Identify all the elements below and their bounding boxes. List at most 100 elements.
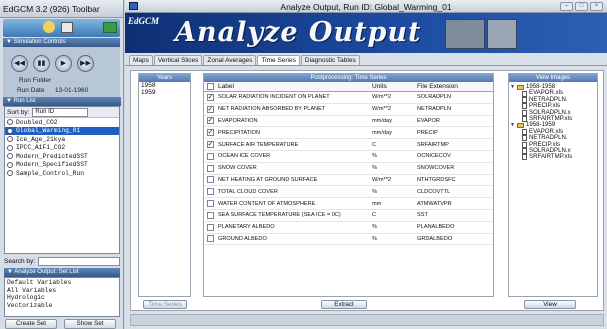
disclosure-triangle-icon[interactable]: ▼ xyxy=(510,84,515,90)
set-list-item[interactable]: Default Variables xyxy=(7,279,117,287)
row-checkbox[interactable] xyxy=(204,164,216,172)
checkbox-icon[interactable] xyxy=(206,200,214,208)
run-list-item[interactable]: Ice_Age_21kya xyxy=(5,135,119,144)
tab-zonal-averages[interactable]: Zonal Averages xyxy=(203,55,257,65)
year-item[interactable]: 1958 xyxy=(139,82,190,89)
file-tree: ▼ 1958-1958 EVAPOR.xls NETRADPLN. PRECIP.xls… xyxy=(509,82,597,163)
radio-icon[interactable] xyxy=(7,144,13,151)
tab-time-series[interactable]: Time Series xyxy=(257,55,300,65)
close-icon[interactable]: × xyxy=(590,2,603,11)
checkmark-icon[interactable]: ✓ xyxy=(206,141,214,149)
checkmark-icon[interactable]: ✓ xyxy=(206,117,214,125)
tree-file[interactable]: SRFAIRTMP.xls xyxy=(510,153,596,161)
row-label: OCEAN ICE COVER xyxy=(218,153,271,160)
radio-icon[interactable] xyxy=(7,153,13,160)
run-list-item[interactable]: Modern_PredictedSST xyxy=(5,152,119,161)
table-row[interactable]: ✓ EVAPORATION mm/day EVAPOR xyxy=(204,116,493,128)
row-checkbox[interactable]: ✓ xyxy=(204,93,216,101)
disclosure-triangle-icon[interactable]: ▼ xyxy=(510,122,515,128)
banner: EdGCM Analyze Output xyxy=(125,13,607,53)
radio-icon[interactable] xyxy=(7,170,13,177)
col-units-header[interactable]: Units xyxy=(370,83,415,90)
set-list-item[interactable]: All Variables xyxy=(7,287,117,295)
table-row[interactable]: ✓ PRECIPITATION mm/day PRECIP xyxy=(204,127,493,140)
checkbox-icon[interactable] xyxy=(206,176,214,184)
table-row[interactable]: TOTAL CLOUD COVER% CLDCOVTTL xyxy=(204,186,493,199)
checkmark-icon[interactable]: ✓ xyxy=(206,105,214,113)
tab-maps[interactable]: Maps xyxy=(129,55,153,65)
sort-by-select[interactable]: Run ID xyxy=(32,107,89,117)
table-row[interactable]: PLANETARY ALBEDO% PLANALBEDO xyxy=(204,222,493,234)
radio-icon[interactable] xyxy=(7,127,13,134)
fast-forward-icon[interactable]: ▶▶ xyxy=(77,55,94,72)
radio-icon[interactable] xyxy=(7,119,13,126)
simulation-controls-header[interactable]: ▼ Simulation Controls xyxy=(3,38,120,47)
checkbox-icon[interactable] xyxy=(206,164,214,172)
set-list-item[interactable]: Hydrologic xyxy=(7,294,117,302)
set-list-item[interactable]: Vectorizable xyxy=(7,302,117,310)
view-button[interactable]: View xyxy=(524,300,576,309)
time-series-button[interactable]: Time Series xyxy=(143,300,187,309)
select-all-checkbox[interactable] xyxy=(204,83,216,90)
row-checkbox[interactable] xyxy=(204,200,216,208)
row-units: mm xyxy=(372,200,382,207)
radio-icon[interactable] xyxy=(7,136,13,143)
show-set-button[interactable]: Show Set xyxy=(64,319,116,329)
row-checkbox[interactable] xyxy=(204,176,216,184)
table-row[interactable]: WATER CONTENT OF ATMOSPHERE mm ATMWATVPR xyxy=(204,198,493,210)
row-label: TOTAL CLOUD COVER xyxy=(218,188,278,195)
checkbox-icon[interactable] xyxy=(206,152,214,160)
checkmark-icon[interactable]: ✓ xyxy=(206,93,214,101)
table-row[interactable]: NET HEATING AT GROUND SURFACE W/m**2 NTHTG… xyxy=(204,175,493,187)
table-row[interactable]: ✓ SOLAR RADIATION INCIDENT ON PLANET W/m**… xyxy=(204,92,493,104)
run-list-header[interactable]: ▼ Run List xyxy=(3,97,121,106)
table-row[interactable]: SEA SURFACE TEMPERATURE (SEA ICE = 0C) C S… xyxy=(204,210,493,222)
table-row[interactable]: SNOW COVER% SNOWCOVER xyxy=(204,163,493,175)
row-checkbox[interactable] xyxy=(204,235,216,243)
row-checkbox[interactable]: ✓ xyxy=(204,117,216,125)
window-icon[interactable] xyxy=(61,22,73,33)
checkbox-icon[interactable] xyxy=(206,211,214,219)
pause-icon[interactable]: ▮▮ xyxy=(33,55,50,72)
table-row[interactable]: GROUND ALBEDO% GRDALBEDO xyxy=(204,234,493,246)
row-checkbox[interactable] xyxy=(204,223,216,231)
tab-diagnostic-tables[interactable]: Diagnostic Tables xyxy=(300,55,360,65)
run-list-item[interactable]: Doubled_CO2 xyxy=(5,118,119,127)
checkbox-icon[interactable] xyxy=(206,188,214,196)
run-list-item[interactable]: Modern_SpecifiedSST xyxy=(5,161,119,170)
row-units: W/m**2 xyxy=(372,94,391,101)
table-row[interactable]: ✓ SURFACE AIR TEMPERATURE C SRFAIRTMP xyxy=(204,139,493,151)
row-checkbox[interactable] xyxy=(204,188,216,196)
minimize-icon[interactable]: – xyxy=(560,2,573,11)
run-list-item[interactable]: Sample_Control_Run xyxy=(5,169,119,178)
run-date-label: Run Date xyxy=(17,87,45,94)
checkbox-icon[interactable] xyxy=(206,235,214,243)
row-checkbox[interactable]: ✓ xyxy=(204,105,216,113)
table-row[interactable]: OCEAN ICE COVER% OCNICECOV xyxy=(204,151,493,163)
year-item[interactable]: 1959 xyxy=(139,89,190,96)
create-set-button[interactable]: Create Set xyxy=(5,319,57,329)
sort-row: Sort by: Run ID xyxy=(5,107,119,118)
globe-icon[interactable] xyxy=(103,22,117,33)
extract-button[interactable]: Extract xyxy=(321,300,367,309)
col-label-header[interactable]: Label xyxy=(216,83,370,90)
row-checkbox[interactable] xyxy=(204,211,216,219)
row-file-extension: SRFAIRTMP xyxy=(417,141,449,148)
set-list-header[interactable]: ▼ Analyze Output: Set List xyxy=(4,268,120,277)
rewind-icon[interactable]: ◀◀ xyxy=(11,55,28,72)
table-row[interactable]: ✓ NET RADIATION ABSORBED BY PLANET W/m**2 N… xyxy=(204,104,493,116)
run-list-item[interactable]: IPCC_A1F1_CO2 xyxy=(5,144,119,153)
checkmark-icon[interactable]: ✓ xyxy=(206,129,214,137)
sun-icon[interactable] xyxy=(43,21,55,33)
search-input[interactable] xyxy=(38,256,120,266)
row-checkbox[interactable] xyxy=(204,152,216,160)
row-checkbox[interactable]: ✓ xyxy=(204,129,216,137)
tab-vertical-slices[interactable]: Vertical Slices xyxy=(153,55,203,65)
col-ext-header[interactable]: File Extension xyxy=(415,83,493,90)
checkbox-icon[interactable] xyxy=(206,223,214,231)
radio-icon[interactable] xyxy=(7,161,13,168)
maximize-icon[interactable]: □ xyxy=(575,2,588,11)
run-list-item[interactable]: Global_Warming_01 xyxy=(5,126,119,135)
play-icon[interactable]: ▶ xyxy=(55,55,72,72)
row-checkbox[interactable]: ✓ xyxy=(204,141,216,149)
